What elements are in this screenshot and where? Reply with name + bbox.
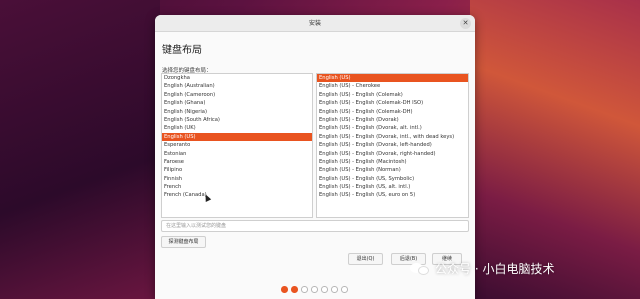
desktop-background-left [0,0,160,299]
progress-dot [331,286,338,293]
variant-list-item[interactable]: English (US) - English (Dvorak) [317,116,468,124]
variant-list-item[interactable]: English (US) - English (US, euro on 5) [317,191,468,199]
variant-list-item[interactable]: English (US) - English (Colemak-DH) [317,108,468,116]
language-list-item[interactable]: French (Canada) [162,191,312,199]
language-list-item[interactable]: English (Ghana) [162,99,312,107]
variant-list-item[interactable]: English (US) - English (Norman) [317,166,468,174]
language-list-item[interactable]: Dzongkha [162,74,312,82]
language-list-item[interactable]: Finnish [162,175,312,183]
watermark-text: 公众号 · 小白电脑技术 [435,262,555,276]
window-title: 安装 [308,20,321,27]
language-list-item[interactable]: English (Cameroon) [162,91,312,99]
keyboard-test-input[interactable]: 在这里输入以测试您的键盘 [161,220,469,232]
variant-list-item[interactable]: English (US) - English (Colemak-DH ISO) [317,99,468,107]
language-list-item[interactable]: English (South Africa) [162,116,312,124]
variant-list-item[interactable]: English (US) [317,74,468,83]
variant-list-item[interactable]: English (US) - English (Dvorak, left-han… [317,141,468,149]
page-title: 键盘布局 [162,45,202,56]
progress-dot [321,286,328,293]
detect-layout-button[interactable]: 探测键盘布局 [161,236,206,248]
variant-list-item[interactable]: English (US) - English (Dvorak, intl., w… [317,133,468,141]
language-list-item[interactable]: Filipino [162,166,312,174]
progress-dots [281,286,348,293]
variant-list-item[interactable]: English (US) - Cherokee [317,82,468,90]
language-list-item[interactable]: Esperanto [162,141,312,149]
language-list-item[interactable]: Estonian [162,150,312,158]
variant-list-item[interactable]: English (US) - English (US, alt. intl.) [317,183,468,191]
variant-list-item[interactable]: English (US) - English (Dvorak, alt. int… [317,124,468,132]
variant-list-item[interactable]: English (US) - English (Dvorak, right-ha… [317,150,468,158]
progress-dot [341,286,348,293]
language-list[interactable]: Dzongkha English (Australian) English (Cam… [161,73,313,218]
watermark: 公众号 · 小白电脑技术 [410,260,554,277]
language-list-item[interactable]: English (Australian) [162,82,312,90]
variant-list-item[interactable]: English (US) - English (Macintosh) [317,158,468,166]
title-bar: 安装 ✕ [155,15,475,32]
desktop-background-right [470,0,640,299]
variant-list-item[interactable]: English (US) - English (US, Symbolic) [317,175,468,183]
language-list-item[interactable]: French [162,183,312,191]
language-list-item[interactable]: English (UK) [162,124,312,132]
language-list-item[interactable]: English (Nigeria) [162,108,312,116]
wechat-icon [410,261,430,277]
close-icon[interactable]: ✕ [460,18,471,29]
variant-list-item[interactable]: English (US) - English (Colemak) [317,91,468,99]
quit-button[interactable]: 退出(Q) [348,253,383,265]
variant-list[interactable]: English (US) English (US) - Cherokee Engli… [316,73,469,218]
progress-dot [311,286,318,293]
progress-dot [281,286,288,293]
progress-dot [301,286,308,293]
installer-window: 安装 ✕ 键盘布局 选择您的键盘布局： Dzongkha English (Aus… [155,15,475,299]
language-list-item[interactable]: Faroese [162,158,312,166]
language-list-item[interactable]: English (US) [162,132,312,142]
progress-dot [291,286,298,293]
